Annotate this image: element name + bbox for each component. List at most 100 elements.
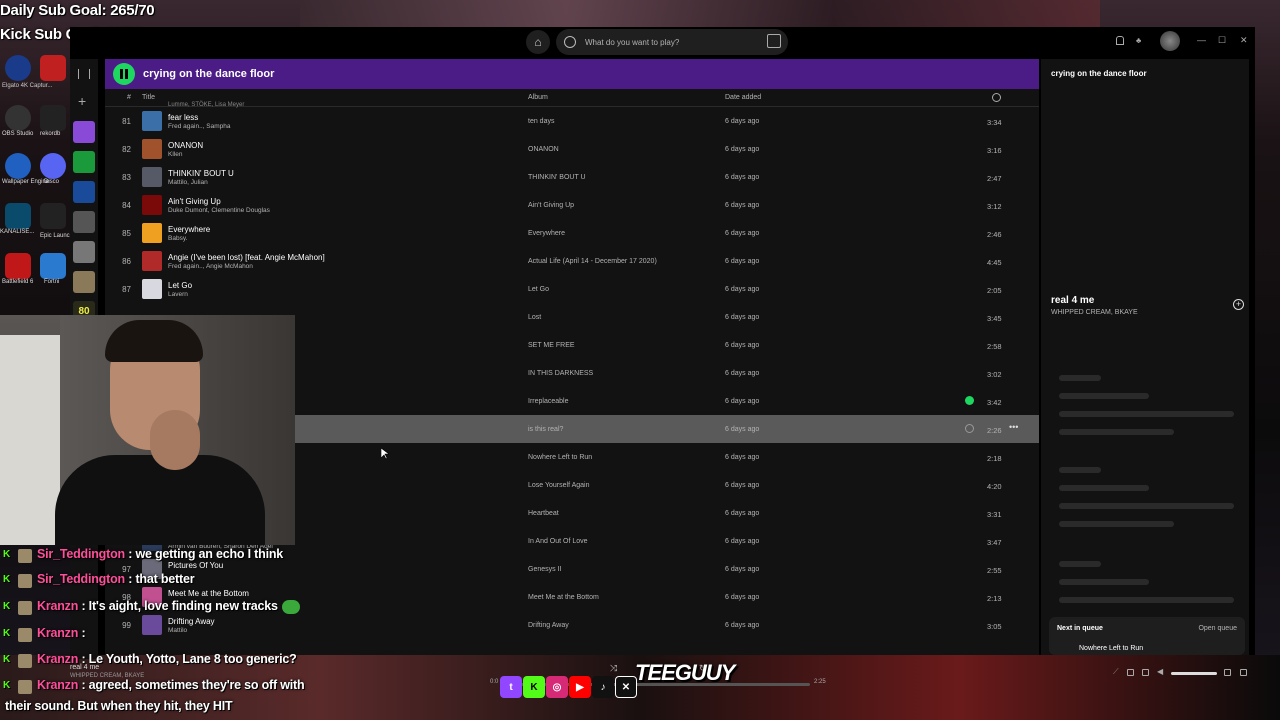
chat-username[interactable]: Kranzn — [37, 599, 78, 613]
track-artist[interactable]: Fred again.., Angie McMahon — [168, 263, 253, 270]
table-row[interactable]: 85 Everywhere Babsy. Everywhere 6 days ag… — [105, 219, 1039, 247]
track-album[interactable]: Genesys II — [528, 566, 561, 573]
track-album[interactable]: Let Go — [528, 286, 549, 293]
playlist-thumb[interactable] — [73, 271, 95, 293]
track-album[interactable]: Lost — [528, 314, 541, 321]
track-title[interactable]: ONANON — [168, 141, 203, 150]
browse-icon[interactable] — [767, 34, 781, 48]
track-album[interactable]: Everywhere — [528, 230, 565, 237]
playlist-thumb[interactable] — [73, 241, 95, 263]
chat-username[interactable]: Sir_Teddington — [37, 547, 125, 561]
playlist-thumb[interactable] — [73, 211, 95, 233]
track-title[interactable]: Ain't Giving Up — [168, 197, 221, 206]
track-album[interactable]: ONANON — [528, 146, 559, 153]
maximize-icon[interactable]: ☐ — [1218, 35, 1226, 46]
table-row[interactable]: 81 fear less Fred again.., Sampha ten day… — [105, 107, 1039, 135]
lyrics-icon[interactable] — [1127, 669, 1134, 676]
minimize-icon[interactable]: — — [1197, 35, 1206, 45]
col-title[interactable]: Title — [142, 94, 155, 101]
track-album[interactable]: Lose Yourself Again — [528, 482, 590, 489]
next-track-title[interactable]: Nowhere Left to Run — [1079, 645, 1143, 652]
track-album[interactable]: is this real? — [528, 426, 563, 433]
track-title[interactable]: Everywhere — [168, 225, 210, 234]
wallpaper-engine-icon[interactable] — [5, 153, 31, 179]
elgato-icon[interactable] — [5, 55, 31, 81]
now-playing-title[interactable]: real 4 me — [1051, 295, 1094, 306]
add-to-playlist-icon[interactable]: + — [1233, 299, 1244, 310]
track-artist[interactable]: Mattilo, Julian — [168, 179, 208, 186]
kanalise-icon[interactable] — [5, 203, 31, 229]
obs-icon[interactable] — [5, 105, 31, 131]
table-row[interactable]: 84 Ain't Giving Up Duke Dumont, Clementi… — [105, 191, 1039, 219]
plus-icon[interactable]: + — [78, 93, 86, 109]
chat-username[interactable]: Sir_Teddington — [37, 572, 125, 586]
volume-icon[interactable]: ◀ — [1157, 667, 1164, 676]
desktop-label: Disco — [44, 179, 60, 185]
home-button[interactable]: ⌂ — [526, 30, 550, 54]
webcam-feed — [0, 315, 295, 545]
track-title[interactable]: Angie (I've been lost) [feat. Angie McMa… — [168, 253, 325, 262]
col-date-added[interactable]: Date added — [725, 94, 761, 101]
track-album[interactable]: Heartbeat — [528, 510, 559, 517]
miniplayer-icon[interactable] — [1224, 669, 1231, 676]
track-duration: 2:47 — [987, 174, 1002, 183]
track-album[interactable]: Drifting Away — [528, 622, 569, 629]
sub-badge-icon — [18, 601, 32, 615]
track-artist[interactable]: Duke Dumont, Clementine Douglas — [168, 207, 270, 214]
track-album[interactable]: THINKIN' BOUT U — [528, 174, 586, 181]
col-album[interactable]: Album — [528, 94, 548, 101]
pause-button[interactable] — [113, 63, 135, 85]
epic-icon[interactable] — [40, 203, 66, 229]
now-playing-view-icon[interactable]: ⟋ — [1113, 667, 1120, 676]
chat-username[interactable]: Kranzn — [37, 626, 78, 640]
track-album[interactable]: ten days — [528, 118, 554, 125]
close-icon[interactable]: ✕ — [1240, 35, 1248, 46]
track-artist[interactable]: Fred again.., Sampha — [168, 123, 231, 130]
table-row[interactable]: 86 Angie (I've been lost) [feat. Angie M… — [105, 247, 1039, 275]
chat-username[interactable]: Kranzn — [37, 652, 78, 666]
table-row[interactable]: 83 THINKIN' BOUT U Mattilo, Julian THINKI… — [105, 163, 1039, 191]
track-title[interactable]: THINKIN' BOUT U — [168, 169, 234, 178]
fullscreen-icon[interactable] — [1240, 669, 1247, 676]
queue-icon[interactable] — [1142, 669, 1149, 676]
now-playing-artist[interactable]: WHIPPED CREAM, BKAYE — [1051, 309, 1138, 316]
app-icon[interactable] — [40, 55, 66, 81]
track-album[interactable]: Ain't Giving Up — [528, 202, 574, 209]
friends-icon[interactable]: ♣ — [1136, 36, 1145, 45]
search-bar[interactable]: What do you want to play? — [556, 29, 788, 55]
track-album[interactable]: Irreplaceable — [528, 398, 568, 405]
track-album[interactable]: IN THIS DARKNESS — [528, 370, 593, 377]
track-title[interactable]: Let Go — [168, 281, 192, 290]
battlefield-icon[interactable] — [5, 253, 31, 279]
track-artist[interactable]: Babsy. — [168, 235, 187, 242]
discord-icon[interactable] — [40, 153, 66, 179]
track-title[interactable]: fear less — [168, 113, 198, 122]
track-album[interactable]: Nowhere Left to Run — [528, 454, 592, 461]
rekordbox-icon[interactable] — [40, 105, 66, 131]
avatar[interactable] — [1160, 31, 1180, 51]
table-row[interactable]: 87 Let Go Lavern Let Go 6 days ago 2:05 — [105, 275, 1039, 303]
add-circle-icon[interactable] — [965, 424, 974, 433]
liked-songs-thumb[interactable] — [73, 121, 95, 143]
table-row[interactable]: 82 ONANON Kllen ONANON 6 days ago 3:16 — [105, 135, 1039, 163]
track-artist[interactable]: Lavern — [168, 291, 188, 298]
library-icon[interactable] — [78, 69, 90, 79]
loading-skeleton — [1059, 521, 1174, 527]
more-options-icon[interactable]: ••• — [1009, 422, 1018, 432]
chat-username[interactable]: Kranzn — [37, 678, 78, 692]
saved-check-icon[interactable] — [965, 396, 974, 405]
track-album[interactable]: Actual Life (April 14 - December 17 2020… — [528, 258, 657, 265]
fortnite-icon[interactable] — [40, 253, 66, 279]
volume-slider[interactable] — [1171, 672, 1217, 675]
search-input[interactable]: What do you want to play? — [585, 38, 679, 47]
bell-icon[interactable] — [1116, 36, 1124, 45]
track-album[interactable]: Meet Me at the Bottom — [528, 594, 599, 601]
track-album[interactable]: SET ME FREE — [528, 342, 575, 349]
playlist-thumb[interactable] — [73, 181, 95, 203]
playlist-thumb[interactable] — [73, 151, 95, 173]
panel-title[interactable]: crying on the dance floor — [1051, 69, 1147, 78]
open-queue-button[interactable]: Open queue — [1198, 625, 1237, 632]
track-album[interactable]: In And Out Of Love — [528, 538, 588, 545]
track-artist[interactable]: Kllen — [168, 151, 182, 158]
shuffle-icon[interactable]: ⤨ — [610, 663, 617, 674]
